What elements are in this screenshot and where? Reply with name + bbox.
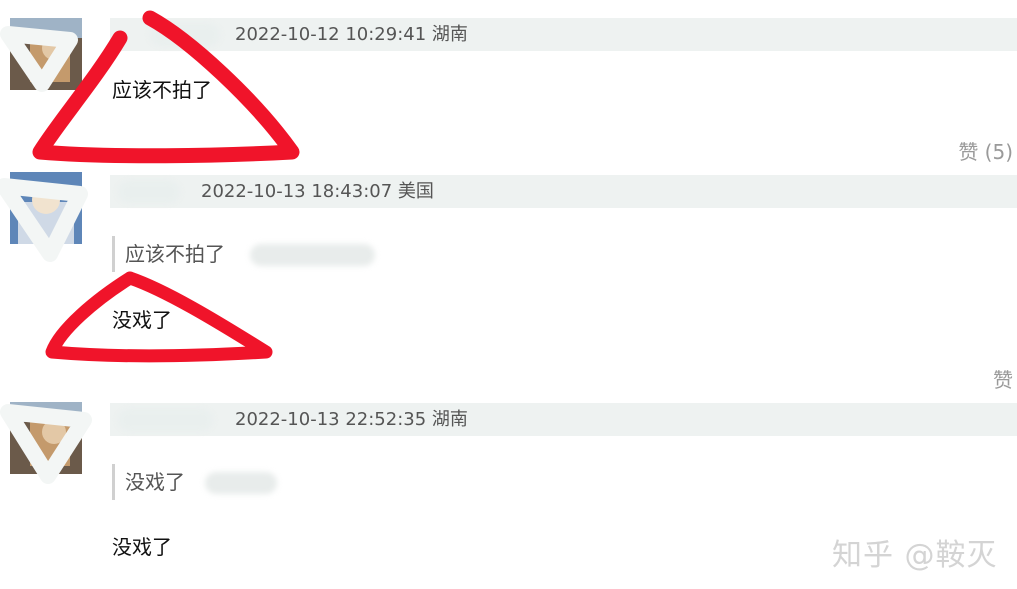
avatar[interactable] (10, 402, 82, 474)
quoted-reply: 没戏了 (112, 464, 185, 500)
comment-time: 2022-10-12 10:29:41 (235, 24, 427, 45)
quoted-username-redacted (205, 472, 277, 494)
comment-meta: 2022-10-13 18:43:07 美国 (201, 181, 434, 203)
comment-location: 湖南 (431, 409, 468, 430)
watermark: 知乎 @鞍灭 (832, 538, 998, 573)
comment-text: 没戏了 (112, 308, 172, 332)
comment-location: 美国 (397, 181, 434, 202)
username-redacted[interactable] (118, 181, 180, 203)
avatar[interactable] (10, 172, 82, 244)
comment-text: 应该不拍了 (112, 78, 212, 102)
quoted-text: 没戏了 (125, 470, 185, 494)
comment-meta: 2022-10-13 22:52:35 湖南 (235, 409, 468, 431)
username-redacted[interactable] (150, 24, 220, 46)
comment-meta: 2022-10-12 10:29:41 湖南 (235, 24, 468, 46)
like-button[interactable]: 赞 (5) (958, 136, 1013, 165)
comment-text: 没戏了 (112, 535, 172, 559)
comment-time: 2022-10-13 18:43:07 (201, 181, 393, 202)
avatar[interactable] (10, 18, 82, 90)
comment-location: 湖南 (431, 24, 468, 45)
comment-time: 2022-10-13 22:52:35 (235, 409, 427, 430)
like-button[interactable]: 赞 (993, 364, 1013, 393)
quoted-text: 应该不拍了 (125, 242, 225, 266)
quoted-reply: 应该不拍了 (112, 236, 225, 272)
username-redacted[interactable] (118, 409, 213, 431)
quoted-username-redacted (250, 244, 375, 266)
